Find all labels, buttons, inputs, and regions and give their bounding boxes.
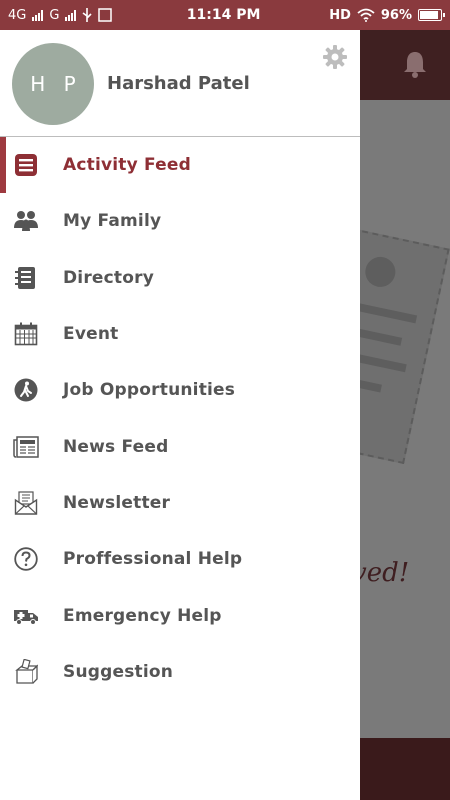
menu-label: Event bbox=[63, 324, 119, 345]
envelope-icon bbox=[13, 490, 39, 516]
background-text: ved! bbox=[352, 558, 410, 588]
menu-item-directory[interactable]: Directory bbox=[0, 250, 360, 306]
directory-icon bbox=[13, 265, 39, 291]
status-bar: 4G G 11:14 PM HD 96% bbox=[0, 0, 450, 30]
user-name: Harshad Patel bbox=[107, 73, 250, 94]
menu-label: Proffessional Help bbox=[63, 549, 243, 570]
menu-item-professional-help[interactable]: Proffessional Help bbox=[0, 531, 360, 587]
menu-label: Emergency Help bbox=[63, 605, 222, 626]
menu-label: Activity Feed bbox=[63, 155, 191, 176]
menu-label: News Feed bbox=[63, 436, 169, 457]
job-icon bbox=[13, 377, 39, 403]
battery-fill bbox=[420, 11, 439, 19]
newspaper-icon bbox=[13, 434, 39, 460]
status-time: 11:14 PM bbox=[186, 7, 261, 23]
volte-icon bbox=[98, 8, 113, 22]
menu-label: Suggestion bbox=[63, 661, 174, 682]
menu-item-news-feed[interactable]: News Feed bbox=[0, 418, 360, 474]
menu-label: Newsletter bbox=[63, 492, 171, 513]
family-icon bbox=[13, 208, 39, 234]
menu-item-suggestion[interactable]: Suggestion bbox=[0, 644, 360, 700]
question-icon bbox=[13, 546, 39, 572]
signal-icon bbox=[32, 9, 44, 21]
suggestion-box-icon bbox=[13, 658, 39, 685]
hd-indicator: HD bbox=[329, 7, 351, 23]
ambulance-icon bbox=[13, 603, 39, 629]
menu-label: My Family bbox=[63, 211, 162, 232]
network-type-1: 4G bbox=[8, 7, 27, 23]
menu-item-event[interactable]: Event bbox=[0, 306, 360, 362]
menu-item-newsletter[interactable]: Newsletter bbox=[0, 475, 360, 531]
status-right: HD 96% bbox=[329, 7, 445, 23]
wifi-icon bbox=[357, 8, 375, 22]
calendar-icon bbox=[13, 321, 39, 347]
bell-icon[interactable] bbox=[402, 50, 428, 78]
menu-item-activity-feed[interactable]: Activity Feed bbox=[0, 137, 360, 194]
signal-icon-2 bbox=[65, 9, 77, 21]
network-type-2: G bbox=[49, 7, 60, 23]
list-icon bbox=[13, 152, 39, 178]
navigation-drawer: H P Harshad Patel Activity Feed My Famil… bbox=[0, 30, 360, 800]
usb-icon bbox=[82, 8, 93, 22]
gear-icon[interactable] bbox=[322, 44, 348, 70]
drawer-header: H P Harshad Patel bbox=[0, 30, 360, 137]
menu-label: Directory bbox=[63, 267, 155, 288]
menu-item-my-family[interactable]: My Family bbox=[0, 193, 360, 249]
menu-label: Job Opportunities bbox=[63, 380, 236, 401]
battery-icon bbox=[418, 9, 445, 21]
menu-item-job-opportunities[interactable]: Job Opportunities bbox=[0, 362, 360, 418]
menu-item-emergency-help[interactable]: Emergency Help bbox=[0, 587, 360, 643]
drawer-menu: Activity Feed My Family Directory Event … bbox=[0, 137, 360, 700]
status-left: 4G G bbox=[8, 8, 158, 23]
battery-percent: 96% bbox=[380, 7, 412, 23]
avatar[interactable]: H P bbox=[12, 43, 94, 125]
